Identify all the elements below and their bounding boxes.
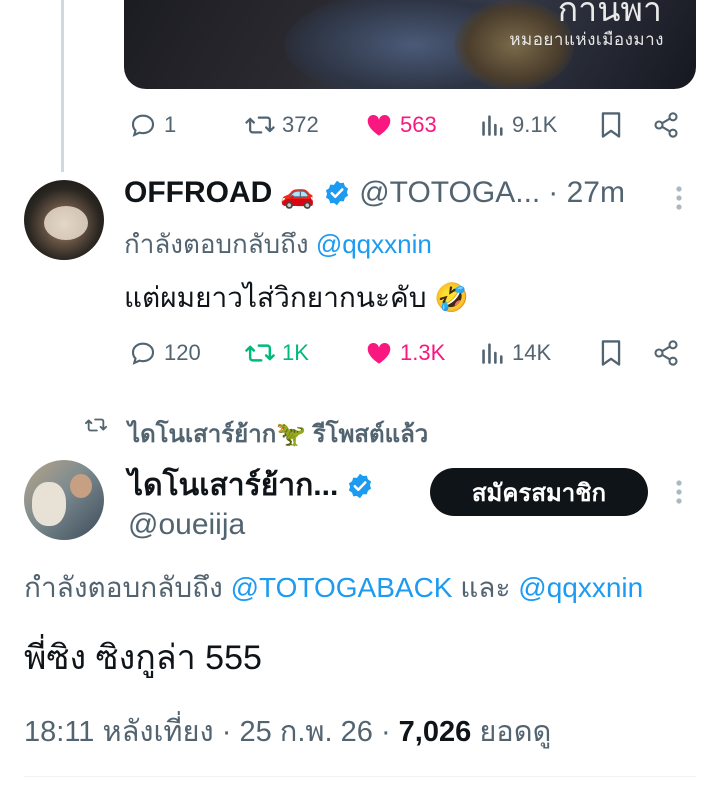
- views-button[interactable]: 9.1K: [480, 110, 557, 140]
- reply-icon: [131, 342, 155, 365]
- reply-tweet-text: แต่ผมยาวไส่วิกยากนะคับ 🤣: [124, 276, 469, 320]
- reply-button[interactable]: 1: [128, 110, 176, 140]
- avatar-face: [44, 206, 88, 240]
- retweet-button[interactable]: 1K: [244, 338, 309, 368]
- tweet-timestamp[interactable]: 18:11 หลังเที่ยง · 25 ก.พ. 26 ·: [24, 716, 391, 748]
- thread-connector-line: [61, 0, 64, 172]
- like-count: 1.3K: [400, 340, 446, 365]
- author-name[interactable]: OFFROAD: [124, 176, 272, 210]
- reply-tweet-header: OFFROAD 🚗 @TOTOGA... · 27m: [124, 176, 625, 210]
- heart-icon: [367, 342, 391, 364]
- replying-and-label: และ: [460, 572, 511, 603]
- divider: [24, 776, 696, 777]
- views-chart-icon: [482, 343, 503, 364]
- bookmark-icon: [601, 340, 621, 366]
- replying-to-handle-2[interactable]: @qqxxnin: [518, 572, 643, 603]
- repost-label[interactable]: ไดโนเสาร์ย้าก🦖 รีโพสต์แล้ว: [128, 414, 428, 453]
- avatar-dino[interactable]: [24, 460, 104, 540]
- replying-to-label: กำลังตอบกลับถึง: [24, 572, 223, 603]
- author-name[interactable]: ไดโนเสาร์ย้าก...: [128, 462, 338, 509]
- car-emoji: 🚗: [280, 177, 316, 209]
- avatar-person: [70, 474, 92, 498]
- verified-badge-icon: [349, 473, 372, 498]
- retweet-count: 1K: [282, 340, 309, 365]
- more-vertical-icon: [676, 186, 682, 210]
- tweet-media-image[interactable]: กานพา หมอยาแห่งเมืองมาง: [124, 0, 696, 89]
- retweet-button[interactable]: 372: [244, 110, 319, 140]
- verified-badge-icon: [326, 180, 349, 206]
- like-count: 563: [400, 112, 437, 137]
- retweet-count: 372: [282, 112, 319, 137]
- views-total-count: 7,026: [398, 716, 472, 748]
- tweet-text: แต่ผมยาวไส่วิกยากนะคับ: [124, 282, 427, 313]
- more-options-button[interactable]: [670, 184, 688, 217]
- reply-count: 120: [164, 340, 201, 365]
- media-subtitle-text: หมอยาแห่งเมืองมาง: [509, 30, 664, 49]
- subscribe-button[interactable]: สมัครสมาชิก: [430, 468, 648, 516]
- views-count: 14K: [512, 340, 552, 365]
- reply-icon: [131, 114, 155, 137]
- replying-to-handle-1[interactable]: @TOTOGABACK: [231, 572, 453, 603]
- replying-to-line: กำลังตอบกลับถึง @TOTOGABACK และ @qqxxnin: [24, 566, 643, 610]
- tweet-time[interactable]: · 27m: [548, 176, 625, 210]
- author-handle[interactable]: @TOTOGA...: [359, 176, 540, 210]
- views-label: ยอดดู: [479, 716, 552, 748]
- rofl-emoji: 🤣: [434, 282, 470, 313]
- reply-button[interactable]: 120: [128, 338, 201, 368]
- reply-count: 1: [164, 112, 177, 137]
- share-icon: [654, 112, 678, 138]
- heart-icon: [367, 114, 391, 136]
- share-button[interactable]: [652, 338, 680, 368]
- more-vertical-icon: [676, 480, 682, 504]
- views-button[interactable]: 14K: [480, 338, 551, 368]
- replying-to-label: กำลังตอบกลับถึง: [124, 229, 309, 259]
- tweet-timestamp-line: 18:11 หลังเที่ยง · 25 ก.พ. 26 · 7,026 ยอ…: [24, 708, 551, 754]
- repost-indicator-icon: [84, 414, 108, 441]
- bookmark-button[interactable]: [598, 338, 624, 368]
- like-button[interactable]: 1.3K: [364, 338, 445, 368]
- like-button[interactable]: 563: [364, 110, 437, 140]
- avatar-offroad[interactable]: [24, 180, 104, 260]
- author-handle[interactable]: @oueiija: [128, 508, 245, 542]
- share-icon: [654, 340, 678, 366]
- replying-to-line: กำลังตอบกลับถึง @qqxxnin: [124, 224, 432, 265]
- main-tweet-header: ไดโนเสาร์ย้าก...: [128, 462, 374, 509]
- retweet-icon: [245, 344, 275, 362]
- more-options-button[interactable]: [670, 478, 688, 511]
- retweet-icon: [245, 116, 275, 134]
- views-chart-icon: [482, 115, 503, 136]
- bookmark-icon: [601, 112, 621, 138]
- share-button[interactable]: [652, 110, 680, 140]
- replying-to-handle[interactable]: @qqxxnin: [316, 229, 432, 259]
- bookmark-button[interactable]: [598, 110, 624, 140]
- avatar-dog: [32, 482, 66, 526]
- views-count: 9.1K: [512, 112, 558, 137]
- main-tweet-text: พี่ซิง ซิงกูล่า 555: [24, 639, 262, 677]
